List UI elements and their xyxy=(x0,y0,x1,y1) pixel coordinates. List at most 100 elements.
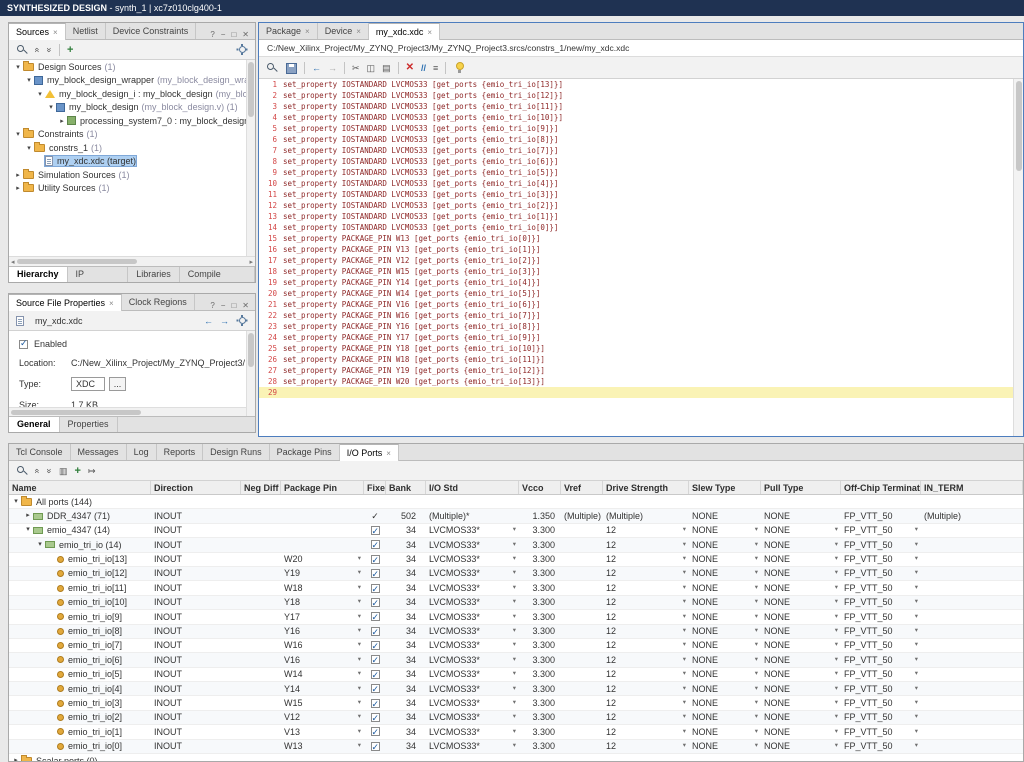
editor-tab-device[interactable]: Device× xyxy=(318,23,369,39)
io-std-cell-dropdown-icon[interactable]: ▾ xyxy=(511,711,516,724)
column-header-neg-diff-pair[interactable]: Neg Diff Pair xyxy=(241,481,281,494)
code-line[interactable]: 24set_property PACKAGE_PIN Y17 [get_port… xyxy=(259,332,1023,343)
drive-strength-cell-dropdown-icon[interactable]: ▾ xyxy=(681,711,686,724)
code-line[interactable]: 21set_property PACKAGE_PIN V16 [get_port… xyxy=(259,299,1023,310)
io-row-emio-tri-io-7[interactable]: emio_tri_io[7]INOUTW16▾34LVCMOS33*▾3.300… xyxy=(9,639,1023,653)
scroll-right-icon[interactable]: ▸ xyxy=(249,258,253,266)
row-expand-arrow-icon[interactable]: ▾ xyxy=(23,524,33,537)
drive-strength-cell-dropdown-icon[interactable]: ▾ xyxy=(681,610,686,623)
io-row-emio-tri-io-4[interactable]: emio_tri_io[4]INOUTY14▾34LVCMOS33*▾3.300… xyxy=(9,682,1023,696)
column-header-name[interactable]: Name xyxy=(9,481,151,494)
pull-type-cell-dropdown-icon[interactable]: ▾ xyxy=(833,711,838,724)
collapse-all-icon[interactable]: « xyxy=(32,47,44,52)
code-line[interactable]: 15set_property PACKAGE_PIN W13 [get_port… xyxy=(259,233,1023,244)
off-chip-termination-cell-dropdown-icon[interactable]: ▾ xyxy=(913,653,918,666)
bottom-tab-messages[interactable]: Messages xyxy=(71,444,127,460)
drive-strength-cell-dropdown-icon[interactable]: ▾ xyxy=(681,668,686,681)
pull-type-cell-dropdown-icon[interactable]: ▾ xyxy=(833,625,838,638)
code-line[interactable]: 13set_property IOSTANDARD LVCMOS33 [get_… xyxy=(259,211,1023,222)
package-pin-cell-dropdown-icon[interactable]: ▾ xyxy=(356,682,361,695)
tree-expand-arrow-icon[interactable]: ▸ xyxy=(57,117,67,125)
pull-type-cell-dropdown-icon[interactable]: ▾ xyxy=(833,682,838,695)
package-pin-cell-dropdown-icon[interactable]: ▾ xyxy=(356,696,361,709)
tree-item-my-block-design-i-my-block-design[interactable]: ▾my_block_design_i : my_block_design (my… xyxy=(9,87,255,101)
save-icon[interactable] xyxy=(285,62,297,74)
scrollbar-thumb[interactable] xyxy=(248,62,254,117)
slew-type-cell-dropdown-icon[interactable]: ▾ xyxy=(753,639,758,652)
pull-type-cell-dropdown-icon[interactable]: ▾ xyxy=(833,740,838,753)
code-line[interactable]: 16set_property PACKAGE_PIN V13 [get_port… xyxy=(259,244,1023,255)
io-std-cell-dropdown-icon[interactable]: ▾ xyxy=(511,538,516,551)
fixed-checkbox[interactable] xyxy=(371,598,380,607)
io-row-emio-tri-io-5[interactable]: emio_tri_io[5]INOUTW14▾34LVCMOS33*▾3.300… xyxy=(9,668,1023,682)
slew-type-cell-dropdown-icon[interactable]: ▾ xyxy=(753,740,758,753)
fixed-checkbox[interactable] xyxy=(371,540,380,549)
properties-tab-source-file-properties[interactable]: Source File Properties× xyxy=(9,294,122,311)
pull-type-cell-dropdown-icon[interactable]: ▾ xyxy=(833,553,838,566)
sources-tab-sources[interactable]: Sources× xyxy=(9,23,66,40)
toggle-comment-icon[interactable]: // xyxy=(421,62,426,74)
io-std-cell-dropdown-icon[interactable]: ▾ xyxy=(511,682,516,695)
pull-type-cell-dropdown-icon[interactable]: ▾ xyxy=(833,725,838,738)
io-row-scalar-ports-0[interactable]: ▸Scalar ports (0) xyxy=(9,754,1023,761)
bottom-tab-tcl-console[interactable]: Tcl Console xyxy=(9,444,71,460)
tree-item-constraints[interactable]: ▾Constraints (1) xyxy=(9,128,255,142)
off-chip-termination-cell-dropdown-icon[interactable]: ▾ xyxy=(913,581,918,594)
editor-tab-my-xdc-xdc[interactable]: my_xdc.xdc× xyxy=(369,23,440,40)
io-std-cell-dropdown-icon[interactable]: ▾ xyxy=(511,567,516,580)
tree-item-my-block-design[interactable]: ▾my_block_design (my_block_design.v) (1) xyxy=(9,101,255,115)
expand-all-icon[interactable]: » xyxy=(44,468,56,473)
io-std-cell-dropdown-icon[interactable]: ▾ xyxy=(511,653,516,666)
scroll-left-icon[interactable]: ◂ xyxy=(11,258,15,266)
slew-type-cell-dropdown-icon[interactable]: ▾ xyxy=(753,524,758,537)
drive-strength-cell-dropdown-icon[interactable]: ▾ xyxy=(681,696,686,709)
tree-expand-arrow-icon[interactable]: ▾ xyxy=(46,103,56,111)
sources-tab-device-constraints[interactable]: Device Constraints xyxy=(106,23,197,39)
package-pin-cell-dropdown-icon[interactable]: ▾ xyxy=(356,567,361,580)
io-std-cell-dropdown-icon[interactable]: ▾ xyxy=(511,639,516,652)
column-header-in-term[interactable]: IN_TERM xyxy=(921,481,1023,494)
float-icon[interactable]: □ xyxy=(231,30,236,39)
column-header-package-pin[interactable]: Package Pin xyxy=(281,481,364,494)
slew-type-cell-dropdown-icon[interactable]: ▾ xyxy=(753,581,758,594)
slew-type-cell-dropdown-icon[interactable]: ▾ xyxy=(753,610,758,623)
tree-item-design-sources[interactable]: ▾Design Sources (1) xyxy=(9,60,255,74)
pull-type-cell-dropdown-icon[interactable]: ▾ xyxy=(833,668,838,681)
tree-item-constrs-1[interactable]: ▾constrs_1 (1) xyxy=(9,141,255,155)
code-line[interactable]: 4set_property IOSTANDARD LVCMOS33 [get_p… xyxy=(259,112,1023,123)
code-line[interactable]: 23set_property PACKAGE_PIN Y16 [get_port… xyxy=(259,321,1023,332)
fixed-checkbox[interactable] xyxy=(371,584,380,593)
fixed-checkbox[interactable] xyxy=(371,641,380,650)
properties-view-tab-general[interactable]: General xyxy=(9,417,60,432)
pull-type-cell-dropdown-icon[interactable]: ▾ xyxy=(833,639,838,652)
code-line[interactable]: 25set_property PACKAGE_PIN Y18 [get_port… xyxy=(259,343,1023,354)
package-pin-cell-dropdown-icon[interactable]: ▾ xyxy=(356,653,361,666)
bottom-tab-i-o-ports[interactable]: I/O Ports× xyxy=(340,444,399,461)
copy-icon[interactable]: ◫ xyxy=(367,62,376,74)
package-pin-cell-dropdown-icon[interactable]: ▾ xyxy=(356,711,361,724)
off-chip-termination-cell-dropdown-icon[interactable]: ▾ xyxy=(913,682,918,695)
browse-button[interactable]: ... xyxy=(109,377,126,391)
column-header-off-chip-termination[interactable]: Off-Chip Termination xyxy=(841,481,921,494)
fixed-checkbox[interactable] xyxy=(371,555,380,564)
code-line[interactable]: 26set_property PACKAGE_PIN W18 [get_port… xyxy=(259,354,1023,365)
code-line[interactable]: 2set_property IOSTANDARD LVCMOS33 [get_p… xyxy=(259,90,1023,101)
code-line[interactable]: 3set_property IOSTANDARD LVCMOS33 [get_p… xyxy=(259,101,1023,112)
column-header-i-o-std[interactable]: I/O Std xyxy=(426,481,519,494)
code-line[interactable]: 20set_property PACKAGE_PIN W14 [get_port… xyxy=(259,288,1023,299)
sources-view-tab-hierarchy[interactable]: Hierarchy xyxy=(9,267,68,282)
package-pin-cell-dropdown-icon[interactable]: ▾ xyxy=(356,581,361,594)
package-pin-cell-dropdown-icon[interactable]: ▾ xyxy=(356,553,361,566)
io-std-cell-dropdown-icon[interactable]: ▾ xyxy=(511,553,516,566)
settings-gear-icon[interactable] xyxy=(236,315,248,327)
minimize-icon[interactable]: − xyxy=(221,30,226,39)
drive-strength-cell-dropdown-icon[interactable]: ▾ xyxy=(681,524,686,537)
tree-expand-arrow-icon[interactable]: ▸ xyxy=(13,184,23,192)
fixed-checkbox[interactable] xyxy=(371,670,380,679)
column-header-vref[interactable]: Vref xyxy=(561,481,603,494)
tree-item-processing-system7-0-my-block-design-proces[interactable]: ▸processing_system7_0 : my_block_design_… xyxy=(9,114,255,128)
pull-type-cell-dropdown-icon[interactable]: ▾ xyxy=(833,610,838,623)
fixed-checkbox[interactable] xyxy=(371,727,380,736)
code-line[interactable]: 5set_property IOSTANDARD LVCMOS33 [get_p… xyxy=(259,123,1023,134)
drive-strength-cell-dropdown-icon[interactable]: ▾ xyxy=(681,567,686,580)
